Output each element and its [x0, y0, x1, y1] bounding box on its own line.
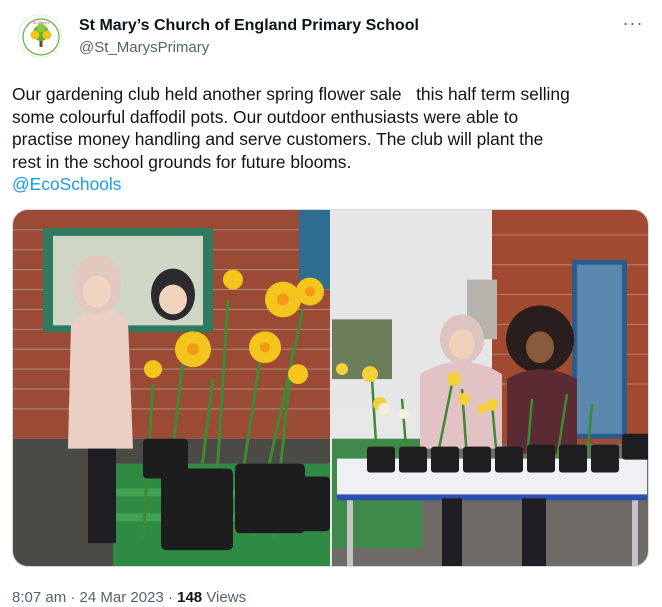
photo-daffodils-left[interactable]	[13, 210, 330, 566]
meta-separator: ·	[66, 589, 80, 606]
tree-logo-icon[interactable]: St Mary's	[18, 14, 62, 58]
more-options-icon[interactable]: ···	[618, 14, 648, 36]
photo-daffodils-right[interactable]	[332, 210, 648, 566]
svg-text:St Mary's: St Mary's	[33, 20, 50, 25]
tweet-text: Our gardening club held another spring f…	[12, 84, 570, 172]
media-grid	[12, 209, 649, 567]
meta-separator: ·	[163, 589, 178, 606]
author-names: St Mary’s Church of England Primary Scho…	[79, 16, 419, 58]
tweet-meta: 8:07 am · 24 Mar 2023 · 148 Views	[12, 588, 246, 607]
tweet-header: St Mary's St Mary’s Church of England Pr…	[12, 10, 650, 66]
author-display-name[interactable]: St Mary’s Church of England Primary Scho…	[79, 16, 419, 36]
views-count: 148	[177, 589, 203, 606]
mention-link[interactable]: @EcoSchools	[12, 173, 122, 195]
author-handle[interactable]: @St_MarysPrimary	[79, 38, 419, 58]
views-label: Views	[202, 589, 247, 606]
timestamp-date[interactable]: 24 Mar 2023	[80, 589, 164, 606]
timestamp-time[interactable]: 8:07 am	[12, 589, 66, 606]
